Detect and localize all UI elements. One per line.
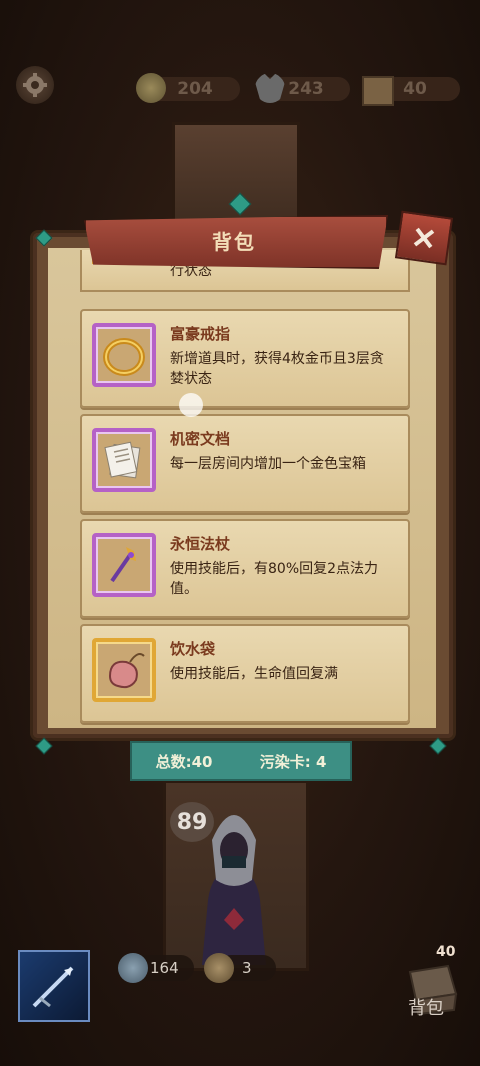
item-name: 富豪戒指 <box>170 325 231 343</box>
corrupt-label: 污染卡: <box>259 752 311 771</box>
item-name: 永恒法杖 <box>170 535 231 553</box>
gear-icon <box>23 73 47 97</box>
touch-indicator <box>179 393 203 417</box>
documents-icon <box>104 441 141 479</box>
settings-gear-button[interactable] <box>16 66 54 104</box>
item-icon-frame <box>92 638 156 702</box>
list-item-eternal-staff[interactable]: 永恒法杖 使用技能后，有80%回复2点法力值。 <box>80 519 410 618</box>
crate-icon <box>362 76 394 106</box>
item-description: 每一层房间内增加一个金色宝箱 <box>170 456 366 472</box>
energy-value: 3 <box>242 959 252 977</box>
wolf-count: 243 <box>288 79 324 99</box>
close-icon <box>413 227 435 249</box>
hero-level: 89 <box>176 809 208 835</box>
list-item-waterskin[interactable]: 饮水袋 使用技能后，生命值回复满 <box>80 624 410 723</box>
item-description: 使用技能后，生命值回复满 <box>170 666 338 682</box>
list-item-rich-ring[interactable]: 富豪戒指 新增道具时，获得4枚金币且3层贪婪状态 <box>80 309 410 408</box>
total-count: 总数:40 <box>155 752 213 771</box>
panel-title: 背包 <box>212 229 256 254</box>
item-icon-frame <box>92 323 156 387</box>
item-description: 新增道具时，获得4枚金币且3层贪婪状态 <box>170 351 384 387</box>
waterskin-icon <box>108 653 145 689</box>
list-item-secret-docs[interactable]: 机密文档 每一层房间内增加一个金色宝箱 <box>80 414 410 513</box>
shield-icon <box>118 953 148 983</box>
item-name: 饮水袋 <box>170 640 216 658</box>
item-icon-frame <box>92 533 156 597</box>
bag-count-badge: 40 <box>436 944 456 960</box>
close-button[interactable] <box>394 210 454 266</box>
bag-label: 背包 <box>408 998 444 1019</box>
spear-skill-icon <box>32 966 74 1008</box>
corrupt-count: 污染卡: 4 <box>260 751 327 772</box>
staff-icon <box>110 547 136 583</box>
hero-level-badge: 89 <box>170 802 214 842</box>
crate-count: 40 <box>403 79 427 99</box>
coin-count: 204 <box>177 79 213 99</box>
item-description: 使用技能后，有80%回复2点法力值。 <box>170 561 379 597</box>
coin-icon <box>136 73 166 103</box>
card-count-bar: 总数:40 污染卡: 4 <box>130 741 352 781</box>
gold-ring-icon <box>103 338 145 376</box>
item-name: 机密文档 <box>170 430 231 448</box>
shield-value: 164 <box>150 959 179 977</box>
energy-icon <box>204 953 234 983</box>
item-icon-frame <box>92 428 156 492</box>
skill-slot[interactable] <box>18 950 90 1022</box>
corrupt-value: 4 <box>315 752 327 771</box>
